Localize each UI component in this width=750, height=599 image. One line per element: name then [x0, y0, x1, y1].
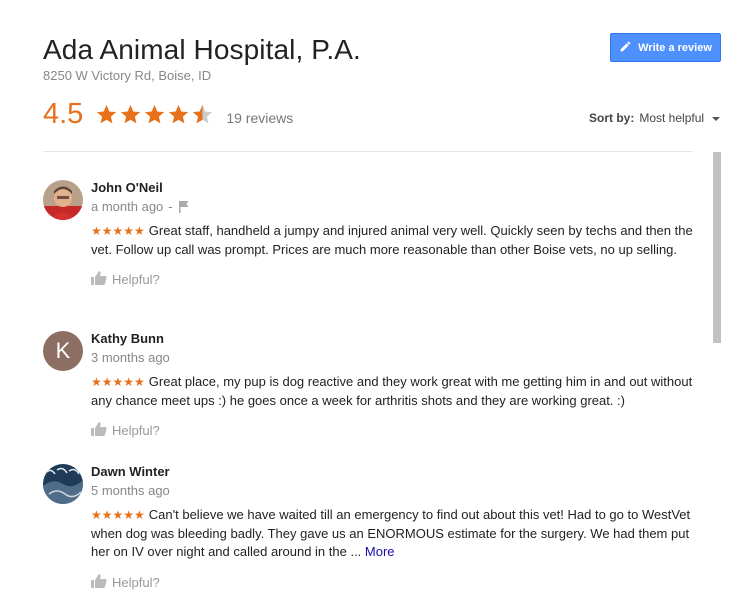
review-text: Great staff, handheld a jumpy and injure…	[91, 223, 693, 257]
more-link[interactable]: More	[365, 544, 395, 559]
review-time: 5 months ago	[91, 483, 170, 498]
chevron-down-icon	[712, 116, 721, 121]
review-stars: ★★★★★	[91, 375, 145, 389]
avatar[interactable]	[43, 180, 83, 220]
thumbs-up-icon	[91, 271, 107, 288]
review-time: a month ago	[91, 199, 164, 214]
helpful-label: Helpful?	[112, 272, 160, 287]
helpful-label: Helpful?	[112, 423, 160, 438]
helpful-button[interactable]: Helpful?	[91, 271, 693, 288]
sort-value: Most helpful	[639, 111, 705, 125]
scrollbar-thumb[interactable]	[713, 152, 721, 343]
meta-separator: -	[168, 199, 173, 214]
review-author[interactable]: Dawn Winter	[91, 464, 693, 479]
review-text-block: ★★★★★ Can't believe we have waited till a…	[91, 506, 693, 562]
star-icon	[145, 104, 165, 124]
helpful-label: Helpful?	[112, 574, 160, 590]
place-header: Ada Animal Hospital, P.A. 8250 W Victory…	[43, 30, 750, 150]
helpful-button[interactable]: Helpful?	[91, 573, 693, 591]
review-text-block: ★★★★★ Great place, my pup is dog reactive…	[91, 373, 693, 410]
thumbs-up-icon	[91, 573, 107, 591]
flag-icon[interactable]	[178, 200, 190, 213]
review-stars: ★★★★★	[91, 508, 145, 522]
helpful-button[interactable]: Helpful?	[91, 422, 693, 439]
business-address: 8250 W Victory Rd, Boise, ID	[43, 68, 212, 83]
review-author[interactable]: John O'Neil	[91, 180, 693, 195]
rating-summary: 4.5 19 reviews	[43, 98, 293, 131]
star-icon	[121, 104, 141, 124]
thumbs-up-icon	[91, 422, 107, 439]
star-icon	[97, 104, 117, 124]
review-author[interactable]: Kathy Bunn	[91, 331, 693, 346]
business-name: Ada Animal Hospital, P.A.	[43, 34, 361, 65]
star-icon	[169, 104, 189, 124]
write-review-button[interactable]: Write a review	[610, 33, 721, 62]
review-text: Great place, my pup is dog reactive and …	[91, 374, 693, 408]
rating-value: 4.5	[43, 98, 84, 130]
avatar[interactable]	[43, 464, 83, 504]
write-review-label: Write a review	[638, 41, 712, 54]
sort-dropdown[interactable]: Sort by: Most helpful	[589, 111, 721, 125]
divider	[43, 151, 693, 152]
pencil-icon	[619, 40, 632, 56]
rating-stars	[95, 103, 214, 126]
review-count[interactable]: 19 reviews	[226, 110, 293, 126]
review-stars: ★★★★★	[91, 224, 145, 238]
review-time: 3 months ago	[91, 350, 170, 365]
avatar[interactable]: K	[43, 331, 83, 371]
sort-label: Sort by:	[589, 111, 635, 125]
half-star-icon	[193, 104, 213, 124]
review-text-block: ★★★★★ Great staff, handheld a jumpy and i…	[91, 222, 693, 259]
